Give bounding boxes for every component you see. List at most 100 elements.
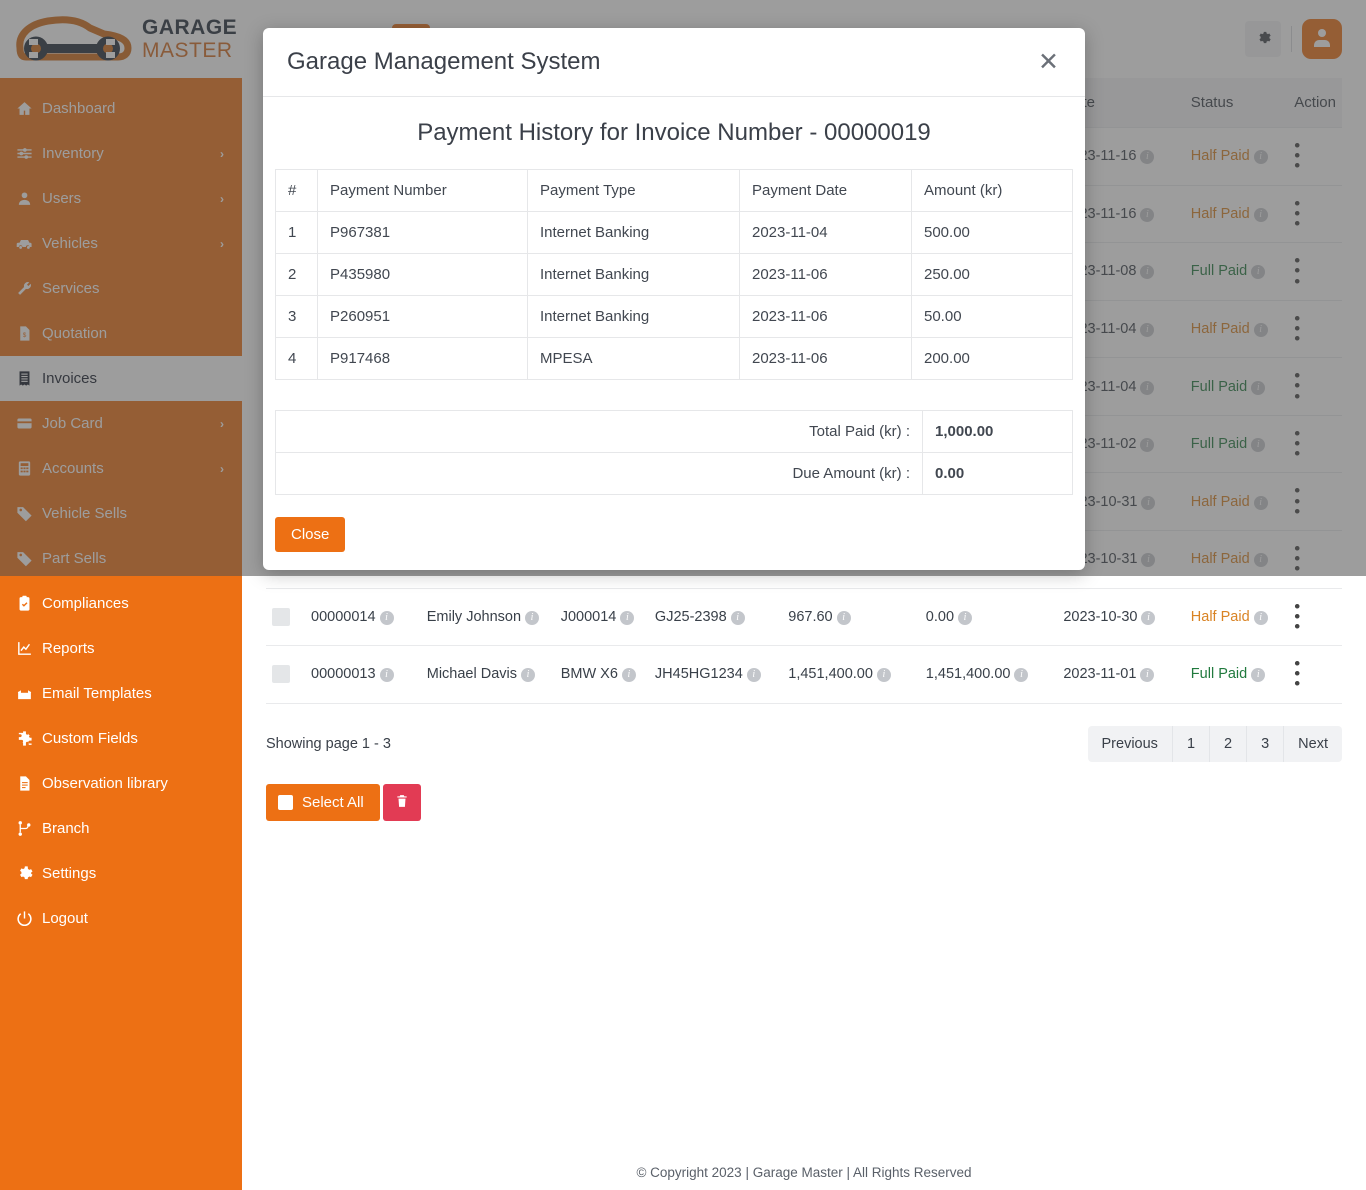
payment-cell-number: P967381: [318, 212, 528, 254]
payment-cell-index: 4: [276, 338, 318, 380]
cell-invoice: 00000014i: [305, 588, 421, 646]
info-icon[interactable]: i: [622, 668, 636, 682]
sidebar-item-label: Logout: [42, 910, 88, 927]
total-paid-value: 1,000.00: [923, 411, 1073, 453]
payment-cell-type: Internet Banking: [528, 296, 740, 338]
info-icon[interactable]: i: [1254, 611, 1268, 625]
sidebar-item-reports[interactable]: Reports: [0, 626, 242, 671]
info-icon[interactable]: i: [747, 668, 761, 682]
payment-cell-index: 1: [276, 212, 318, 254]
row-checkbox[interactable]: [272, 608, 290, 626]
payment-cell-number: P435980: [318, 254, 528, 296]
row-menu-icon[interactable]: •••: [1294, 659, 1336, 690]
payment-cell-number: P260951: [318, 296, 528, 338]
modal-close-button[interactable]: Close: [275, 517, 345, 552]
sidebar-item-label: Custom Fields: [42, 730, 138, 747]
cell-vehicle: GJ25-2398i: [649, 588, 782, 646]
due-amount-row: Due Amount (kr) : 0.00: [276, 453, 1073, 495]
select-all-button[interactable]: Select All: [266, 784, 380, 821]
pagination-bar: Showing page 1 - 3 Previous 1 2 3 Next: [266, 726, 1342, 762]
payment-cell-amount: 200.00: [912, 338, 1073, 380]
payment-col-amount: Amount (kr): [912, 170, 1073, 212]
info-icon[interactable]: i: [1014, 668, 1028, 682]
sidebar-item-label: Branch: [42, 820, 90, 837]
pagination-page-1[interactable]: 1: [1173, 726, 1210, 762]
power-icon: [16, 910, 42, 927]
sidebar-item-custom-fields[interactable]: Custom Fields: [0, 716, 242, 761]
payment-history-table: # Payment Number Payment Type Payment Da…: [275, 169, 1073, 380]
cell-customer: Emily Johnsoni: [421, 588, 555, 646]
pagination-page-3[interactable]: 3: [1247, 726, 1284, 762]
info-icon[interactable]: i: [1141, 611, 1155, 625]
payment-cell-number: P917468: [318, 338, 528, 380]
payment-col-type: Payment Type: [528, 170, 740, 212]
sidebar-item-label: Compliances: [42, 595, 129, 612]
payment-cell-index: 3: [276, 296, 318, 338]
sidebar-item-email-templates[interactable]: Email Templates: [0, 671, 242, 716]
payment-row: 1P967381Internet Banking2023-11-04500.00: [276, 212, 1073, 254]
puzzle-icon: [16, 730, 42, 747]
due-amount-value: 0.00: [923, 453, 1073, 495]
sidebar-item-compliances[interactable]: Compliances: [0, 581, 242, 626]
info-icon[interactable]: i: [620, 611, 634, 625]
payment-cell-type: Internet Banking: [528, 212, 740, 254]
clipboard-check-icon: [16, 595, 42, 612]
info-icon[interactable]: i: [877, 668, 891, 682]
payment-cell-amount: 250.00: [912, 254, 1073, 296]
gear-icon: [16, 865, 42, 882]
total-paid-row: Total Paid (kr) : 1,000.00: [276, 411, 1073, 453]
close-icon[interactable]: ✕: [1036, 50, 1061, 75]
table-row[interactable]: 00000014iEmily JohnsoniJ000014iGJ25-2398…: [266, 588, 1342, 646]
pagination-next[interactable]: Next: [1284, 726, 1342, 762]
pagination-page-2[interactable]: 2: [1210, 726, 1247, 762]
payment-cell-amount: 50.00: [912, 296, 1073, 338]
select-all-checkbox[interactable]: [278, 795, 293, 810]
row-checkbox[interactable]: [272, 665, 290, 683]
payment-cell-type: Internet Banking: [528, 254, 740, 296]
info-icon[interactable]: i: [837, 611, 851, 625]
info-icon[interactable]: i: [958, 611, 972, 625]
pagination-previous[interactable]: Previous: [1088, 726, 1173, 762]
footer: © Copyright 2023 | Garage Master | All R…: [242, 1165, 1366, 1180]
cell-date: 2023-11-01i: [1057, 646, 1184, 704]
row-checkbox-cell: [266, 588, 305, 646]
payment-history-modal: Garage Management System ✕ Payment Histo…: [263, 28, 1085, 570]
info-icon[interactable]: i: [1140, 668, 1154, 682]
sidebar-item-branch[interactable]: Branch: [0, 806, 242, 851]
payment-cell-index: 2: [276, 254, 318, 296]
chart-line-icon: [16, 640, 42, 657]
cell-action: •••: [1288, 646, 1342, 704]
table-row[interactable]: 00000013iMichael DavisiBMW X6iJH45HG1234…: [266, 646, 1342, 704]
info-icon[interactable]: i: [1251, 668, 1265, 682]
app-root: GARAGE MASTER Dashboard Inventory › User…: [0, 0, 1366, 1190]
sidebar-item-logout[interactable]: Logout: [0, 896, 242, 941]
cell-paid: 1,451,400.00i: [920, 646, 1058, 704]
envelope-open-icon: [16, 685, 42, 702]
showing-label: Showing page 1 - 3: [266, 736, 391, 752]
info-icon[interactable]: i: [380, 611, 394, 625]
pagination: Previous 1 2 3 Next: [1088, 726, 1342, 762]
trash-icon: [395, 793, 409, 812]
select-all-label: Select All: [302, 794, 364, 811]
status-badge: Half Paidi: [1185, 588, 1289, 646]
payment-row: 4P917468MPESA2023-11-06200.00: [276, 338, 1073, 380]
cell-paid: 0.00i: [920, 588, 1058, 646]
sidebar-item-label: Observation library: [42, 775, 168, 792]
payment-cell-date: 2023-11-06: [740, 254, 912, 296]
payment-cell-date: 2023-11-06: [740, 296, 912, 338]
sidebar-item-settings[interactable]: Settings: [0, 851, 242, 896]
info-icon[interactable]: i: [525, 611, 539, 625]
cell-total: 1,451,400.00i: [782, 646, 920, 704]
delete-selected-button[interactable]: [383, 784, 421, 821]
payment-col-date: Payment Date: [740, 170, 912, 212]
due-amount-label: Due Amount (kr) :: [276, 453, 923, 495]
info-icon[interactable]: i: [380, 668, 394, 682]
info-icon[interactable]: i: [731, 611, 745, 625]
cell-customer: Michael Davisi: [421, 646, 555, 704]
cell-vehicle: JH45HG1234i: [649, 646, 782, 704]
modal-header-title: Garage Management System: [287, 48, 601, 76]
info-icon[interactable]: i: [521, 668, 535, 682]
row-menu-icon[interactable]: •••: [1294, 602, 1336, 633]
branch-icon: [16, 820, 42, 837]
sidebar-item-observation-library[interactable]: Observation library: [0, 761, 242, 806]
